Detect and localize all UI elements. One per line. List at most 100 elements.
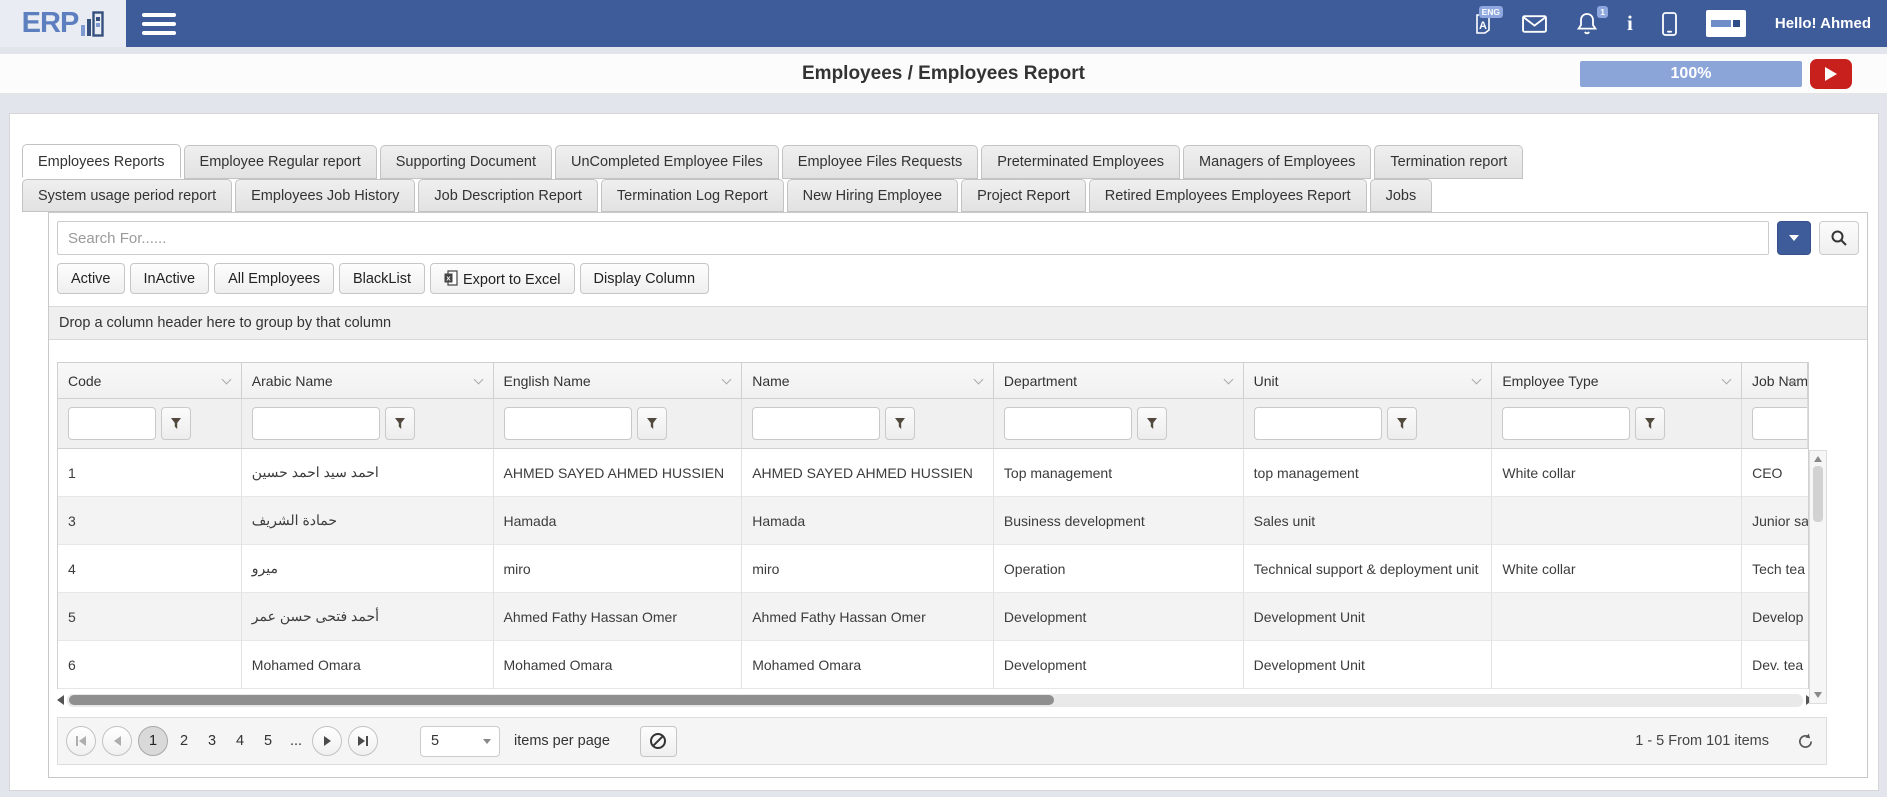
tab[interactable]: Project Report: [961, 179, 1086, 212]
column-filter-button[interactable]: [885, 407, 915, 440]
column-filter-button[interactable]: [161, 407, 191, 440]
column-header[interactable]: Department: [994, 363, 1244, 399]
group-by-drop-zone[interactable]: Drop a column header here to group by th…: [49, 306, 1867, 340]
column-header[interactable]: Name: [742, 363, 994, 399]
mail-icon[interactable]: [1522, 15, 1547, 33]
toolbar-button[interactable]: All Employees: [214, 263, 334, 294]
chevron-down-icon[interactable]: [722, 375, 732, 385]
vertical-scrollbar-thumb[interactable]: [1813, 466, 1823, 522]
tab[interactable]: Preterminated Employees: [981, 145, 1180, 179]
table-row[interactable]: 1 احمد سيد احمد حسين AHMED SAYED AHMED H…: [58, 449, 1808, 497]
column-header[interactable]: Unit: [1244, 363, 1493, 399]
toolbar-button[interactable]: xExport to Excel: [430, 263, 575, 294]
search-options-dropdown-button[interactable]: [1777, 221, 1811, 255]
page-number-button[interactable]: 5: [256, 726, 280, 756]
next-page-button[interactable]: [312, 726, 342, 756]
tab[interactable]: Supporting Document: [380, 145, 552, 179]
previous-page-button[interactable]: [102, 726, 132, 756]
chevron-down-icon[interactable]: [473, 375, 483, 385]
info-icon[interactable]: i: [1627, 13, 1633, 34]
toolbar-button[interactable]: InActive: [130, 263, 210, 294]
mobile-phone-icon[interactable]: [1662, 12, 1677, 36]
column-filter-button[interactable]: [637, 407, 667, 440]
menu-hamburger-icon[interactable]: [142, 13, 176, 35]
column-header[interactable]: Employee Type: [1492, 363, 1742, 399]
page-size-select[interactable]: 5: [420, 726, 500, 757]
horizontal-scrollbar-thumb[interactable]: [69, 695, 1054, 705]
toolbar-button[interactable]: Display Column: [580, 263, 710, 294]
excel-file-icon: x: [444, 270, 458, 286]
tab[interactable]: Termination report: [1374, 145, 1523, 179]
app-logo[interactable]: ERP: [0, 0, 126, 47]
items-per-page-label: items per page: [514, 733, 610, 749]
user-avatar[interactable]: [1706, 10, 1746, 37]
table-row[interactable]: 4 ميرو miro miro Operation Technical sup…: [58, 545, 1808, 593]
scroll-up-icon[interactable]: [1814, 456, 1822, 462]
column-filter-input[interactable]: [252, 407, 380, 440]
tab[interactable]: Jobs: [1370, 179, 1433, 212]
column-filter-input[interactable]: [1502, 407, 1630, 440]
chevron-down-icon[interactable]: [973, 375, 983, 385]
page-number-button[interactable]: 3: [200, 726, 224, 756]
page-number-button[interactable]: ...: [284, 726, 308, 756]
refresh-icon[interactable]: [1797, 733, 1814, 750]
table-row[interactable]: 5 أحمد فتحى حسن عمر Ahmed Fathy Hassan O…: [58, 593, 1808, 641]
toolbar-button[interactable]: Active: [57, 263, 125, 294]
language-icon[interactable]: A ENG: [1473, 12, 1493, 35]
page-number-button[interactable]: 2: [172, 726, 196, 756]
column-filter-input[interactable]: [1004, 407, 1132, 440]
funnel-icon: [894, 417, 906, 430]
chevron-down-icon[interactable]: [1472, 375, 1482, 385]
tab[interactable]: New Hiring Employee: [787, 179, 958, 212]
column-filter-input[interactable]: [1752, 407, 1808, 440]
chevron-down-icon[interactable]: [221, 375, 231, 385]
horizontal-scrollbar-track[interactable]: [67, 694, 1803, 707]
scroll-down-icon[interactable]: [1814, 692, 1822, 698]
cell-name: miro: [742, 545, 994, 593]
tab[interactable]: Retired Employees Employees Report: [1089, 179, 1367, 212]
last-page-button[interactable]: [348, 726, 378, 756]
tab[interactable]: Termination Log Report: [601, 179, 784, 212]
table-row[interactable]: 3 حمادة الشريف Hamada Hamada Business de…: [58, 497, 1808, 545]
scroll-left-icon[interactable]: [57, 695, 64, 705]
column-header[interactable]: Arabic Name: [242, 363, 494, 399]
notifications-bell-icon[interactable]: 1: [1576, 12, 1598, 36]
vertical-scrollbar[interactable]: [1809, 450, 1827, 704]
tab[interactable]: Managers of Employees: [1183, 145, 1371, 179]
column-filter-button[interactable]: [1635, 407, 1665, 440]
user-greeting[interactable]: Hello! Ahmed: [1775, 15, 1871, 32]
column-filter-input[interactable]: [504, 407, 632, 440]
column-filter-button[interactable]: [1137, 407, 1167, 440]
search-button[interactable]: [1819, 221, 1859, 255]
cell-job-name: Develop: [1742, 593, 1808, 641]
column-header[interactable]: Code: [58, 363, 242, 399]
search-input[interactable]: [57, 221, 1769, 255]
tab[interactable]: Employee Regular report: [184, 145, 377, 179]
tab[interactable]: Employees Job History: [235, 179, 415, 212]
tab[interactable]: System usage period report: [22, 179, 232, 212]
column-filter-button[interactable]: [385, 407, 415, 440]
column-filter-input[interactable]: [68, 407, 156, 440]
employees-grid: Code Arabic Name English Name: [57, 362, 1827, 689]
clear-filters-button[interactable]: [640, 726, 677, 757]
page-number-button[interactable]: 1: [138, 726, 168, 756]
page-size-value: 5: [431, 733, 439, 749]
page-number-button[interactable]: 4: [228, 726, 252, 756]
tab[interactable]: Employee Files Requests: [782, 145, 978, 179]
column-filter-cell: [242, 399, 494, 449]
chevron-down-icon[interactable]: [1722, 375, 1732, 385]
tab[interactable]: Job Description Report: [418, 179, 598, 212]
toolbar-button[interactable]: BlackList: [339, 263, 425, 294]
table-row[interactable]: 6 Mohamed Omara Mohamed Omara Mohamed Om…: [58, 641, 1808, 689]
first-page-button[interactable]: [66, 726, 96, 756]
column-header[interactable]: English Name: [494, 363, 743, 399]
horizontal-scrollbar[interactable]: [57, 693, 1813, 707]
video-play-button[interactable]: [1810, 59, 1852, 89]
chevron-down-icon[interactable]: [1223, 375, 1233, 385]
column-filter-input[interactable]: [1254, 407, 1382, 440]
tab[interactable]: Employees Reports: [22, 144, 181, 178]
column-filter-input[interactable]: [752, 407, 880, 440]
column-filter-button[interactable]: [1387, 407, 1417, 440]
column-header[interactable]: Job Name: [1742, 363, 1808, 399]
tab[interactable]: UnCompleted Employee Files: [555, 145, 779, 179]
